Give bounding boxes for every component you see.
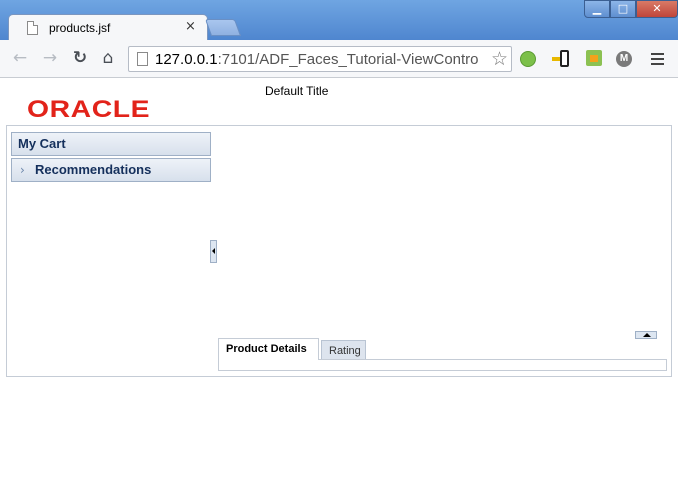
reload-icon[interactable]: ↻ [70,48,90,68]
forward-arrow-icon[interactable]: → [40,48,60,68]
url-host: 127.0.0.1 [155,51,218,68]
new-tab-button[interactable] [204,19,242,36]
minimize-button[interactable]: ▁ [584,0,610,18]
url-text[interactable]: 127.0.0.1:7101/ADF_Faces_Tutorial-ViewCo… [155,51,485,68]
accordion-recommendations[interactable]: › Recommendations [11,158,211,182]
url-path: :7101/ADF_Faces_Tutorial-ViewContro [217,51,479,68]
panel-collapse-button[interactable] [635,331,657,339]
address-bar[interactable]: 127.0.0.1:7101/ADF_Faces_Tutorial-ViewCo… [128,46,512,72]
store-extension-icon[interactable] [586,50,602,66]
chevron-right-icon: › [20,163,25,177]
splitter-collapse-handle[interactable] [210,240,217,263]
tab-rating[interactable]: Rating [321,340,366,360]
window-titlebar: products.jsf × ▁ □ ✕ [0,0,678,41]
oracle-logo: ORACLE [27,96,151,123]
tab-content-area [218,359,667,371]
page-icon [137,52,148,66]
maximize-button[interactable]: □ [610,0,636,18]
document-icon [27,21,38,35]
green-circle-extension-icon[interactable] [520,51,536,67]
close-window-button[interactable]: ✕ [636,0,678,18]
bookmark-star-icon[interactable]: ☆ [491,48,508,70]
phone-extension-icon[interactable] [552,50,572,68]
browser-toolbar: ← → ↻ ⌂ 127.0.0.1:7101/ADF_Faces_Tutoria… [0,40,678,78]
accordion: My Cart › Recommendations [11,132,211,182]
tab-title: products.jsf [49,21,111,35]
menu-icon[interactable] [651,53,664,65]
recommendations-label: Recommendations [35,162,152,177]
page-content: ORACLE Default Title My Cart › Recommend… [0,79,678,487]
close-tab-icon[interactable]: × [185,19,196,34]
tab-product-details[interactable]: Product Details [218,338,319,360]
home-icon[interactable]: ⌂ [98,48,118,68]
page-title: Default Title [265,84,329,98]
back-arrow-icon[interactable]: ← [10,48,30,68]
accordion-my-cart[interactable]: My Cart [11,132,211,156]
browser-tab[interactable]: products.jsf × [8,14,208,41]
motorola-extension-icon[interactable]: M [616,51,632,67]
